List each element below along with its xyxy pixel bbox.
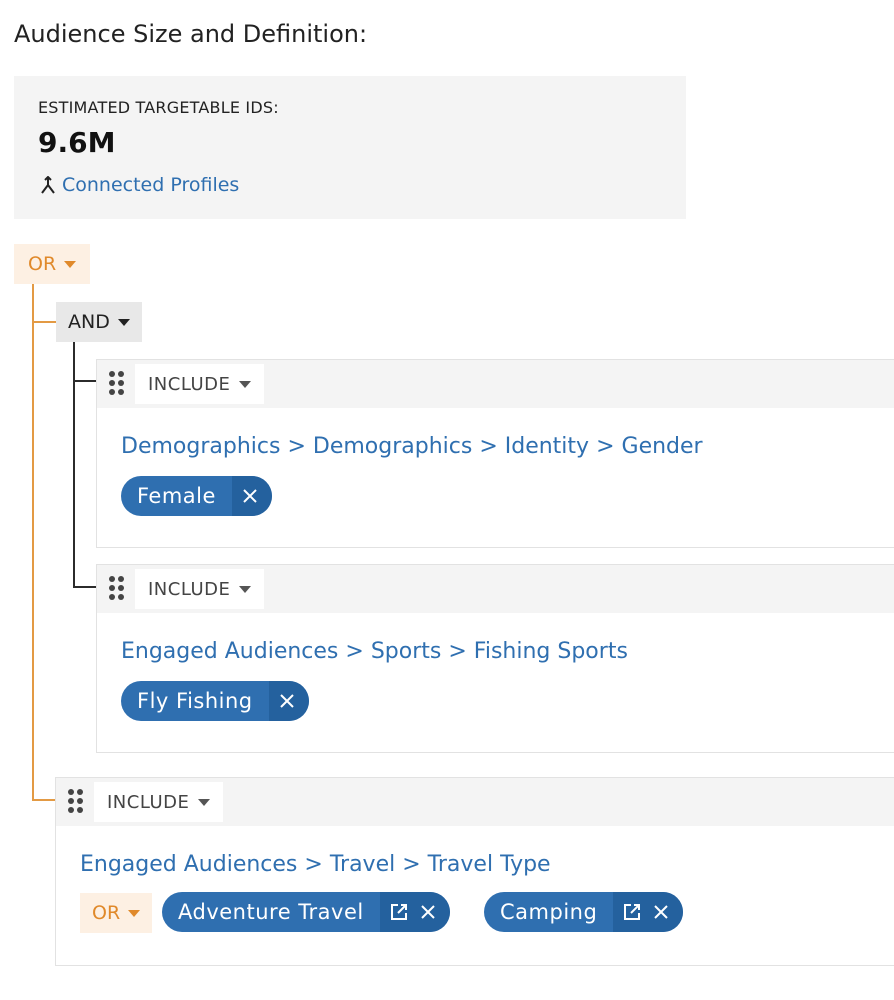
tree-connector xyxy=(32,284,34,801)
path-separator: > xyxy=(287,434,306,459)
caret-down-icon xyxy=(198,798,211,806)
external-link-icon[interactable] xyxy=(623,903,641,921)
drag-handle-icon[interactable] xyxy=(109,576,124,600)
criterion-header: INCLUDE xyxy=(56,778,894,826)
value-operator-dropdown[interactable]: OR xyxy=(80,893,153,933)
caret-down-icon xyxy=(117,318,130,326)
path-separator: > xyxy=(345,639,364,664)
path-segment: Travel xyxy=(329,852,396,877)
path-segment: Sports xyxy=(370,639,442,664)
include-mode-dropdown[interactable]: INCLUDE xyxy=(135,569,265,609)
merge-arrow-icon xyxy=(40,176,56,194)
include-mode-dropdown[interactable]: INCLUDE xyxy=(135,364,265,404)
root-operator-label: OR xyxy=(28,253,57,275)
close-icon[interactable] xyxy=(420,904,436,920)
drag-handle-icon[interactable] xyxy=(109,371,124,395)
criterion-header: INCLUDE xyxy=(97,565,894,613)
connected-profiles-link[interactable]: Connected Profiles xyxy=(40,174,239,196)
tree-connector xyxy=(73,380,97,382)
path-segment: Demographics xyxy=(312,434,473,459)
category-path[interactable]: Engaged Audiences > Travel > Travel Type xyxy=(80,852,551,877)
value-operator-label: OR xyxy=(92,902,121,924)
caret-down-icon xyxy=(239,585,252,593)
path-segment: Engaged Audiences xyxy=(121,639,339,664)
path-separator: > xyxy=(596,434,615,459)
external-link-icon[interactable] xyxy=(390,903,408,921)
criterion-card: INCLUDE Engaged Audiences > Travel > Tra… xyxy=(55,777,894,966)
group-operator-dropdown[interactable]: AND xyxy=(56,302,142,342)
criterion-card: INCLUDE Demographics > Demographics > Id… xyxy=(96,359,894,548)
caret-down-icon xyxy=(128,909,141,917)
path-separator: > xyxy=(479,434,498,459)
tree-connector xyxy=(73,586,97,588)
path-separator: > xyxy=(448,639,467,664)
caret-down-icon xyxy=(64,260,77,268)
path-separator: > xyxy=(402,852,421,877)
path-segment: Travel Type xyxy=(427,852,551,877)
value-chip: Adventure Travel xyxy=(162,892,450,932)
tree-connector xyxy=(73,342,75,588)
include-mode-label: INCLUDE xyxy=(148,578,231,600)
audience-stats-panel: ESTIMATED TARGETABLE IDS: 9.6M Connected… xyxy=(14,76,686,219)
chip-label: Fly Fishing xyxy=(137,689,253,713)
value-chip: Camping xyxy=(484,892,684,932)
criterion-card: INCLUDE Engaged Audiences > Sports > Fis… xyxy=(96,564,894,753)
stats-value: 9.6M xyxy=(38,126,116,159)
root-operator-dropdown[interactable]: OR xyxy=(14,244,91,284)
chip-label: Camping xyxy=(500,900,598,924)
close-icon[interactable] xyxy=(653,904,669,920)
close-icon[interactable] xyxy=(242,488,258,504)
chip-label: Female xyxy=(137,484,216,508)
path-segment: Gender xyxy=(621,434,703,459)
include-mode-label: INCLUDE xyxy=(107,791,190,813)
stats-label: ESTIMATED TARGETABLE IDS: xyxy=(38,98,279,117)
value-chip: Female xyxy=(121,476,272,516)
caret-down-icon xyxy=(239,380,252,388)
close-icon[interactable] xyxy=(279,693,295,709)
include-mode-dropdown[interactable]: INCLUDE xyxy=(94,782,224,822)
group-operator-label: AND xyxy=(68,311,110,333)
category-path[interactable]: Demographics > Demographics > Identity >… xyxy=(121,434,703,459)
connected-profiles-label: Connected Profiles xyxy=(62,174,240,196)
page-title: Audience Size and Definition: xyxy=(14,20,368,48)
path-segment: Fishing Sports xyxy=(473,639,628,664)
chip-label: Adventure Travel xyxy=(178,900,364,924)
path-segment: Engaged Audiences xyxy=(80,852,298,877)
drag-handle-icon[interactable] xyxy=(68,789,83,813)
path-segment: Identity xyxy=(504,434,590,459)
criterion-header: INCLUDE xyxy=(97,360,894,408)
path-segment: Demographics xyxy=(121,434,281,459)
value-chip: Fly Fishing xyxy=(121,681,309,721)
include-mode-label: INCLUDE xyxy=(148,373,231,395)
category-path[interactable]: Engaged Audiences > Sports > Fishing Spo… xyxy=(121,639,628,664)
tree-connector xyxy=(32,321,56,323)
tree-connector xyxy=(32,799,56,801)
path-separator: > xyxy=(304,852,323,877)
